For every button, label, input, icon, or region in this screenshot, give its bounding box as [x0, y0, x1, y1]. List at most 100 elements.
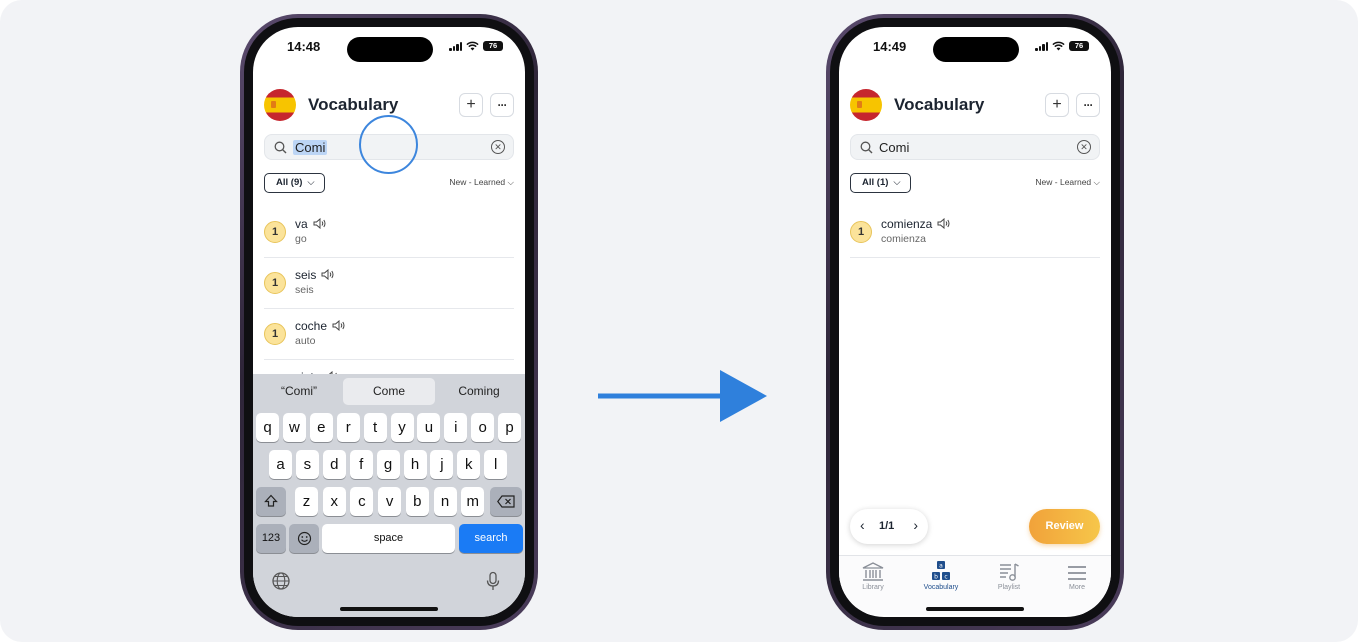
- key-x[interactable]: x: [322, 487, 346, 516]
- home-indicator: [340, 607, 438, 611]
- add-word-button[interactable]: +: [459, 93, 483, 117]
- shift-key[interactable]: [256, 487, 286, 516]
- suggestion-bar: “Comi” Come Coming: [253, 378, 525, 405]
- wifi-icon: [466, 41, 479, 51]
- key-f[interactable]: f: [349, 450, 373, 479]
- chevron-down-icon: ⌵: [507, 177, 514, 187]
- tab-vocabulary[interactable]: abc Vocabulary: [910, 560, 972, 591]
- pagination-control: ‹ 1/1 ›: [850, 509, 928, 544]
- vocabulary-list: 1 comienza comienza: [850, 207, 1100, 258]
- key-q[interactable]: q: [256, 413, 279, 442]
- page-title: Vocabulary: [308, 95, 399, 114]
- chevron-down-icon: ⌵: [1093, 177, 1100, 187]
- list-item[interactable]: 1 va go: [264, 207, 514, 258]
- key-b[interactable]: b: [405, 487, 429, 516]
- key-p[interactable]: p: [498, 413, 522, 442]
- shift-icon: [264, 494, 278, 507]
- filter-dropdown[interactable]: All (9) ⌵: [264, 173, 325, 193]
- more-options-button[interactable]: ···: [490, 93, 514, 117]
- more-options-button[interactable]: ···: [1076, 93, 1100, 117]
- clear-circle-icon[interactable]: ✕: [1077, 140, 1091, 154]
- filter-dropdown[interactable]: All (1) ⌵: [850, 173, 911, 193]
- add-word-button[interactable]: +: [1045, 93, 1069, 117]
- key-y[interactable]: y: [390, 413, 414, 442]
- backspace-key[interactable]: [490, 487, 522, 516]
- spain-flag-icon[interactable]: [264, 89, 296, 121]
- translation-text: go: [295, 233, 307, 245]
- dynamic-island: [933, 37, 1019, 62]
- numbers-key[interactable]: 123: [256, 524, 286, 553]
- key-m[interactable]: m: [461, 487, 485, 516]
- word-text: comienza: [881, 217, 933, 231]
- key-n[interactable]: n: [433, 487, 457, 516]
- screen-before: 14:48 76 Vocabulary + ··· Comi ✕ All (9)…: [253, 27, 525, 617]
- status-bar: 14:48 76: [253, 27, 525, 71]
- tab-more[interactable]: More: [1046, 560, 1108, 591]
- spain-flag-icon[interactable]: [850, 89, 882, 121]
- speaker-icon[interactable]: [321, 269, 335, 280]
- cellular-signal-icon: [1035, 41, 1048, 51]
- translation-text: comienza: [881, 233, 926, 245]
- chevron-right-icon[interactable]: ›: [913, 517, 918, 533]
- sort-dropdown[interactable]: New - Learned ⌵: [1035, 177, 1100, 188]
- emoji-key[interactable]: [289, 524, 319, 553]
- globe-icon[interactable]: [271, 571, 291, 591]
- key-r[interactable]: r: [336, 413, 360, 442]
- chevron-down-icon: ⌵: [893, 177, 901, 188]
- menu-icon: [1068, 566, 1086, 580]
- key-s[interactable]: s: [295, 450, 319, 479]
- list-item[interactable]: 1 coche auto: [264, 309, 514, 360]
- word-text: coche: [295, 319, 328, 333]
- chevron-left-icon[interactable]: ‹: [860, 517, 865, 533]
- key-w[interactable]: w: [282, 413, 306, 442]
- speaker-icon[interactable]: [313, 218, 327, 229]
- list-item[interactable]: 1 comienza comienza: [850, 207, 1100, 258]
- key-c[interactable]: c: [350, 487, 374, 516]
- search-key[interactable]: search: [459, 524, 523, 553]
- page-indicator: 1/1: [879, 520, 895, 532]
- sort-dropdown[interactable]: New - Learned ⌵: [449, 177, 514, 188]
- key-v[interactable]: v: [378, 487, 402, 516]
- key-d[interactable]: d: [322, 450, 346, 479]
- key-g[interactable]: g: [376, 450, 400, 479]
- app-header: Vocabulary + ···: [850, 89, 1100, 121]
- key-i[interactable]: i: [444, 413, 468, 442]
- key-k[interactable]: k: [457, 450, 481, 479]
- speaker-icon[interactable]: [332, 320, 346, 331]
- suggestion-coming[interactable]: Coming: [439, 378, 519, 405]
- key-z[interactable]: z: [295, 487, 318, 516]
- level-badge: 1: [264, 272, 286, 294]
- page-title: Vocabulary: [894, 95, 985, 114]
- key-h[interactable]: h: [403, 450, 427, 479]
- suggestion-come[interactable]: Come: [343, 378, 435, 405]
- key-t[interactable]: t: [363, 413, 387, 442]
- level-badge: 1: [850, 221, 872, 243]
- search-query-text: Comi: [879, 140, 910, 155]
- canvas: 14:48 76 Vocabulary + ··· Comi ✕ All (9)…: [0, 0, 1358, 642]
- status-time: 14:48: [287, 39, 321, 54]
- review-button[interactable]: Review: [1029, 509, 1100, 544]
- level-badge: 1: [264, 323, 286, 345]
- suggestion-literal[interactable]: “Comi”: [259, 378, 339, 405]
- tab-playlist[interactable]: Playlist: [978, 560, 1040, 591]
- on-screen-keyboard: “Comi” Come Coming qwertyuiop asdfghjkl zx…: [253, 374, 525, 617]
- clear-circle-icon[interactable]: ✕: [491, 140, 505, 154]
- microphone-icon[interactable]: [483, 571, 503, 591]
- phone-before: 14:48 76 Vocabulary + ··· Comi ✕ All (9)…: [240, 14, 538, 630]
- key-a[interactable]: a: [269, 450, 292, 479]
- key-o[interactable]: o: [471, 413, 495, 442]
- transition-arrow-icon: [598, 370, 767, 422]
- wifi-icon: [1052, 41, 1065, 51]
- space-key[interactable]: space: [322, 524, 455, 553]
- home-indicator: [926, 607, 1024, 611]
- translation-text: auto: [295, 335, 316, 347]
- speaker-icon[interactable]: [937, 218, 951, 229]
- key-u[interactable]: u: [417, 413, 441, 442]
- cellular-signal-icon: [449, 41, 462, 51]
- list-item[interactable]: 1 seis seis: [264, 258, 514, 309]
- search-input[interactable]: Comi ✕: [850, 134, 1100, 160]
- key-l[interactable]: l: [484, 450, 508, 479]
- key-j[interactable]: j: [430, 450, 454, 479]
- key-e[interactable]: e: [309, 413, 333, 442]
- tab-library[interactable]: Library: [842, 560, 904, 591]
